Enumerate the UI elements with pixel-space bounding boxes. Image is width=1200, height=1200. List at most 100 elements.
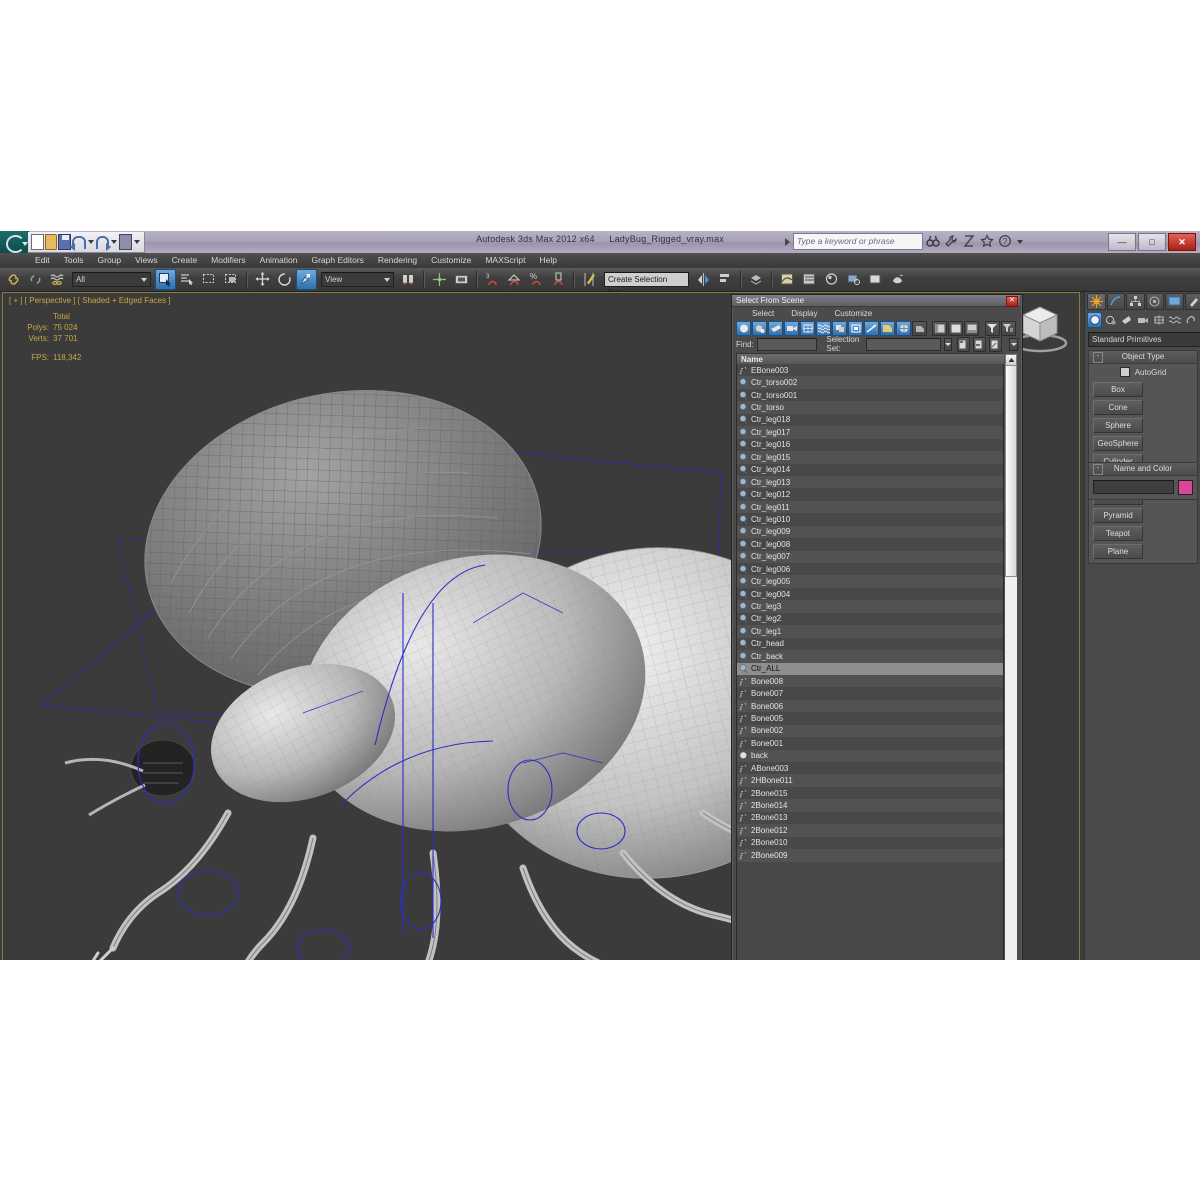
object-color-swatch[interactable] (1178, 480, 1193, 495)
list-item[interactable]: Ctr_leg007 (737, 550, 1003, 563)
list-item[interactable]: EBone003 (737, 364, 1003, 376)
list-item[interactable]: 2Bone014 (737, 799, 1003, 812)
geosphere-button[interactable]: GeoSphere (1093, 436, 1143, 451)
list-item[interactable]: Ctr_leg004 (737, 588, 1003, 600)
schematic-view-icon[interactable] (799, 269, 820, 290)
pyramid-button[interactable]: Pyramid (1093, 508, 1143, 523)
window-crossing-toggle-icon[interactable] (221, 269, 242, 290)
display-geometry-icon[interactable] (736, 320, 751, 336)
list-item[interactable]: Ctr_leg018 (737, 414, 1003, 426)
display-groups-icon[interactable] (832, 320, 847, 336)
selection-set-input[interactable] (865, 337, 941, 351)
list-item[interactable]: 2Bone012 (737, 824, 1003, 837)
dialog-close-button[interactable]: ✕ (1006, 296, 1018, 307)
menu-item-help[interactable]: Help (532, 253, 563, 268)
material-editor-icon[interactable] (821, 269, 842, 290)
help-icon[interactable]: ? (998, 234, 1013, 249)
menu-item-group[interactable]: Group (91, 253, 129, 268)
object-name-input[interactable] (1093, 480, 1174, 494)
subscription-icon[interactable] (962, 234, 977, 249)
systems-icon[interactable] (1184, 312, 1199, 328)
list-item[interactable]: back (737, 749, 1003, 762)
scene-object-list[interactable]: EBone003 Ctr_torso002 Ctr_torso001 Ctr_tors… (736, 364, 1004, 960)
favorites-star-icon[interactable] (980, 234, 995, 249)
use-pivot-point-center-icon[interactable] (398, 269, 419, 290)
geometry-icon[interactable] (1087, 312, 1103, 328)
select-by-name-icon[interactable] (177, 269, 198, 290)
select-children-icon[interactable] (964, 320, 980, 336)
find-input[interactable] (756, 337, 818, 351)
box-button[interactable]: Box (1093, 382, 1143, 397)
menu-item-graph-editors[interactable]: Graph Editors (304, 253, 370, 268)
wrench-icon[interactable] (944, 234, 959, 249)
display-hidden-icon[interactable] (912, 320, 927, 336)
plane-button[interactable]: Plane (1093, 544, 1143, 559)
rectangular-selection-region-icon[interactable] (199, 269, 220, 290)
list-item[interactable]: 2Bone013 (737, 812, 1003, 824)
display-lights-icon[interactable] (768, 320, 783, 336)
dialog-overflow-icon[interactable] (1009, 337, 1018, 351)
autogrid-checkbox[interactable] (1119, 367, 1130, 377)
list-item[interactable]: 2Bone015 (737, 787, 1003, 799)
list-item[interactable]: Bone002 (737, 724, 1003, 738)
primitive-type-combo[interactable]: Standard Primitives (1088, 332, 1200, 347)
list-item[interactable]: Ctr_back (737, 650, 1003, 663)
list-item[interactable]: 2Bone010 (737, 837, 1003, 849)
list-item[interactable]: Ctr_leg009 (737, 525, 1003, 539)
scrollbar-thumb[interactable] (1005, 365, 1017, 577)
helpers-icon[interactable] (1152, 312, 1167, 328)
create-selection-set-icon[interactable] (957, 336, 971, 352)
display-space-warps-icon[interactable] (816, 320, 831, 336)
display-helpers-icon[interactable] (800, 320, 815, 336)
search-input[interactable]: Type a keyword or phrase (793, 233, 923, 250)
display-cameras-icon[interactable] (784, 320, 799, 336)
dialog-menu-display[interactable]: Display (784, 307, 824, 320)
list-item[interactable]: Bone007 (737, 687, 1003, 699)
display-bones-icon[interactable] (864, 320, 879, 336)
list-item[interactable]: Ctr_leg010 (737, 513, 1003, 525)
render-setup-icon[interactable] (843, 269, 864, 290)
list-item[interactable]: Ctr_leg012 (737, 488, 1003, 500)
filter-icon[interactable] (984, 320, 1000, 336)
list-item[interactable]: Ctr_leg008 (737, 538, 1003, 550)
dialog-menu-customize[interactable]: Customize (827, 307, 879, 320)
maximize-button[interactable]: □ (1138, 233, 1166, 251)
reference-coordinate-system-combo[interactable]: View (321, 272, 394, 287)
binoculars-icon[interactable] (926, 234, 941, 249)
mirror-icon[interactable] (693, 269, 714, 290)
menu-item-views[interactable]: Views (128, 253, 165, 268)
display-xrefs-icon[interactable] (848, 320, 863, 336)
list-item[interactable]: 2HBone011 (737, 774, 1003, 787)
list-scrollbar[interactable] (1004, 353, 1018, 960)
object-type-header[interactable]: - Object Type (1089, 351, 1197, 364)
display-tab[interactable] (1165, 293, 1184, 310)
create-tab[interactable] (1087, 293, 1106, 310)
edit-selection-set-icon[interactable] (973, 336, 987, 352)
snaps-toggle-icon[interactable]: 3 (482, 269, 503, 290)
minimize-button[interactable]: — (1108, 233, 1136, 251)
lights-icon[interactable] (1119, 312, 1134, 328)
list-item[interactable]: Ctr_leg005 (737, 575, 1003, 588)
hierarchy-tab[interactable] (1126, 293, 1145, 310)
select-and-link-icon[interactable] (3, 269, 24, 290)
shapes-icon[interactable] (1103, 312, 1118, 328)
name-and-color-header[interactable]: - Name and Color (1089, 463, 1197, 476)
list-item[interactable]: Bone005 (737, 712, 1003, 724)
dialog-menu-select[interactable]: Select (745, 307, 781, 320)
motion-tab[interactable] (1145, 293, 1164, 310)
list-item[interactable]: Ctr_ALL (737, 662, 1003, 675)
keyboard-shortcut-override-icon[interactable] (451, 269, 472, 290)
bind-to-space-warp-icon[interactable] (47, 269, 68, 290)
menu-item-edit[interactable]: Edit (28, 253, 57, 268)
filter-settings-icon[interactable] (1000, 320, 1016, 336)
unlink-selection-icon[interactable] (25, 269, 46, 290)
percent-snap-toggle-icon[interactable]: % (526, 269, 547, 290)
list-item[interactable]: Ctr_torso001 (737, 389, 1003, 401)
space-warps-icon[interactable] (1168, 312, 1183, 328)
menu-item-tools[interactable]: Tools (57, 253, 91, 268)
selection-set-dropdown-icon[interactable] (943, 337, 953, 351)
dialog-title-bar[interactable]: Select From Scene ✕ (732, 295, 1020, 307)
menu-item-maxscript[interactable]: MAXScript (478, 253, 532, 268)
display-frozen-icon[interactable] (896, 320, 911, 336)
list-item[interactable]: Bone001 (737, 737, 1003, 749)
